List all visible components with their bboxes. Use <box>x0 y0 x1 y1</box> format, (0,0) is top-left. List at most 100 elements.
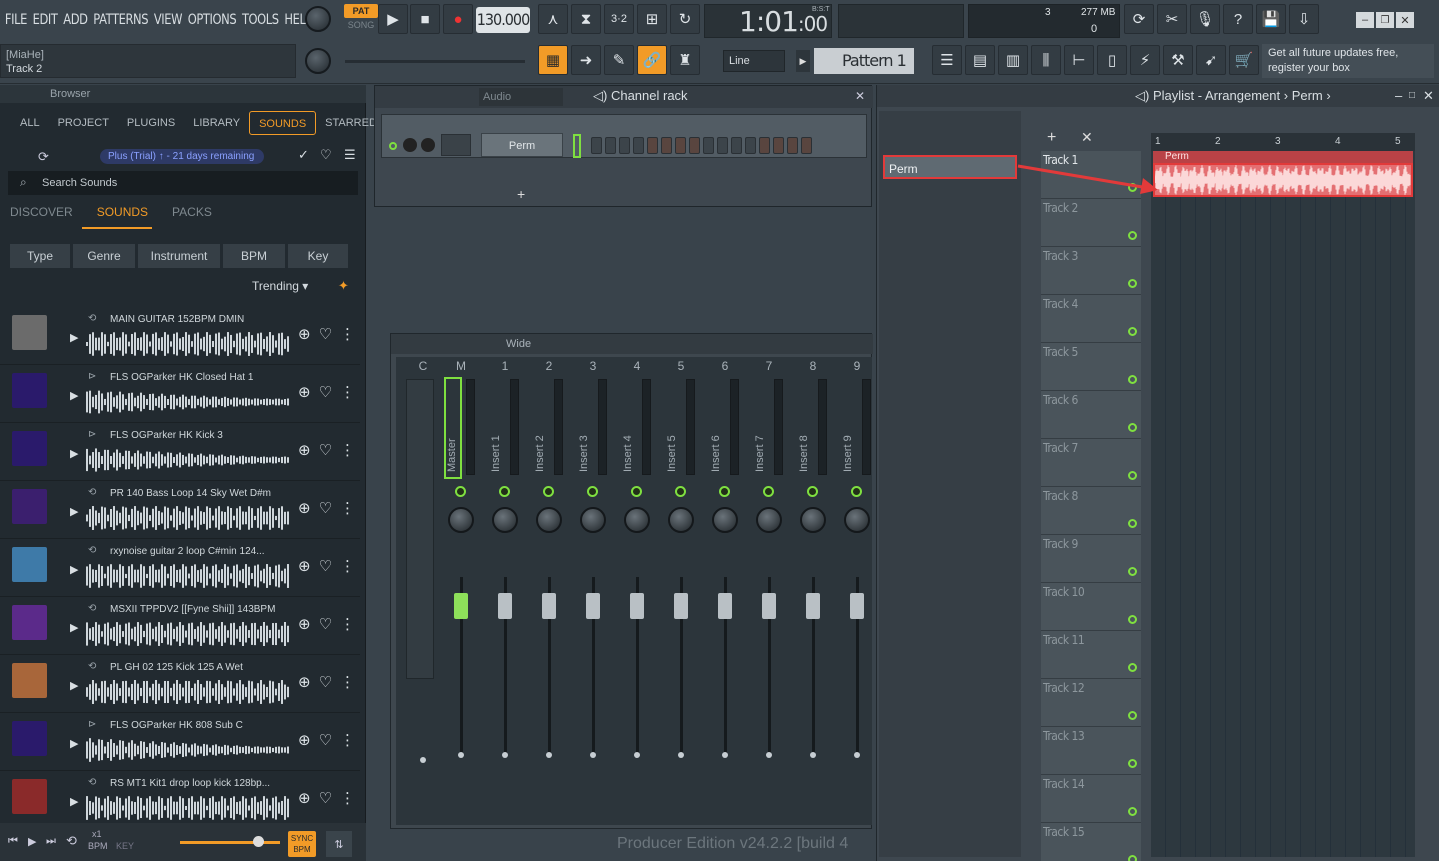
strip-pan-knob[interactable] <box>756 507 782 533</box>
track-header[interactable]: Track 12 <box>1041 679 1141 727</box>
audio-select[interactable]: Audio <box>479 88 563 106</box>
pattern-prev-button[interactable]: ▶ <box>796 50 810 72</box>
maximize-icon[interactable]: □ <box>1409 85 1415 107</box>
step-button[interactable] <box>731 137 742 154</box>
sound-waveform[interactable] <box>86 621 290 647</box>
step-button[interactable] <box>661 137 672 154</box>
track-mute-led[interactable] <box>1128 327 1137 336</box>
play-icon[interactable]: ▶ <box>28 835 36 848</box>
mixer-strip-insert-8[interactable]: 8 Insert 8 <box>792 357 834 825</box>
step-button[interactable] <box>717 137 728 154</box>
playlist-button[interactable]: ☰ <box>932 45 962 75</box>
mixer-strip-insert-2[interactable]: 2 Insert 2 <box>528 357 570 825</box>
track-header[interactable]: Track 6 <box>1041 391 1141 439</box>
track-header[interactable]: Track 2 <box>1041 199 1141 247</box>
loop-record-button[interactable]: ↻ <box>670 4 700 34</box>
strip-pan-knob[interactable] <box>800 507 826 533</box>
browser-tab-library[interactable]: LIBRARY <box>184 111 249 135</box>
step-button[interactable] <box>591 137 602 154</box>
sound-waveform[interactable] <box>86 505 290 531</box>
play-icon[interactable]: ▶ <box>70 447 78 460</box>
sound-row[interactable]: ⟲ PR 140 Bass Loop 14 Sky Wet D#m ▶ ⊕ ♡ ⋮ <box>0 481 360 539</box>
mixer-strip-insert-9[interactable]: 9 Insert 9 <box>836 357 878 825</box>
filter-type[interactable]: Type <box>10 244 70 268</box>
add-icon[interactable]: ⊕ <box>298 731 311 749</box>
sound-row[interactable]: ⊳ FLS OGParker HK Closed Hat 1 ▶ ⊕ ♡ ⋮ <box>0 365 360 423</box>
strip-volume-fader[interactable] <box>806 593 820 619</box>
more-icon[interactable]: ⋮ <box>340 383 355 401</box>
playlist-view-button[interactable]: ▦ <box>538 45 568 75</box>
strip-pan-knob[interactable] <box>624 507 650 533</box>
stop-button[interactable]: ■ <box>410 4 440 34</box>
mixer-strip-insert-3[interactable]: 3 Insert 3 <box>572 357 614 825</box>
master-pitch-knob[interactable] <box>305 48 331 74</box>
undo-history-button[interactable]: ⟳ <box>1124 4 1154 34</box>
strip-enable-led[interactable] <box>807 486 818 497</box>
save-button[interactable]: 💾 <box>1256 4 1286 34</box>
master-volume-knob[interactable] <box>305 6 331 32</box>
track-header[interactable]: Track 13 <box>1041 727 1141 775</box>
track-header[interactable]: Track 10 <box>1041 583 1141 631</box>
strip-enable-led[interactable] <box>763 486 774 497</box>
sound-row[interactable]: ⟲ MAIN GUITAR 152BPM DMIN ▶ ⊕ ♡ ⋮ <box>0 307 360 365</box>
play-icon[interactable]: ▶ <box>70 331 78 344</box>
strip-volume-fader[interactable] <box>674 593 688 619</box>
heart-icon[interactable]: ♡ <box>319 615 332 633</box>
more-icon[interactable]: ⋮ <box>340 325 355 343</box>
sound-row[interactable]: ⟲ rxynoise guitar 2 loop C#min 124... ▶ ⊕ ♡ ⋮ <box>0 539 360 597</box>
strip-enable-led[interactable] <box>587 486 598 497</box>
track-header[interactable]: Track 9 <box>1041 535 1141 583</box>
strip-enable-led[interactable] <box>719 486 730 497</box>
loop-icon[interactable]: ⟲ <box>66 833 77 849</box>
more-icon[interactable]: ⋮ <box>340 441 355 459</box>
add-icon[interactable]: ⊕ <box>298 615 311 633</box>
track-mute-led[interactable] <box>1128 615 1137 624</box>
menu-item-tools[interactable]: TOOLS <box>242 12 279 28</box>
add-icon[interactable]: ⊕ <box>298 441 311 459</box>
close-icon[interactable]: ✕ <box>855 89 865 103</box>
heart-icon[interactable]: ♡ <box>320 147 332 163</box>
mixer-strip-insert-4[interactable]: 4 Insert 4 <box>616 357 658 825</box>
heart-icon[interactable]: ♡ <box>319 731 332 749</box>
add-icon[interactable]: ⊕ <box>298 383 311 401</box>
sort-dropdown[interactable]: Trending ▾ <box>252 279 308 293</box>
strip-volume-fader[interactable] <box>630 593 644 619</box>
step-button[interactable] <box>801 137 812 154</box>
search-input[interactable]: Search Sounds <box>8 171 358 195</box>
pat-song-toggle[interactable]: PAT SONG <box>344 4 378 34</box>
track-mute-led[interactable] <box>1128 663 1137 672</box>
strip-pan-knob[interactable] <box>580 507 606 533</box>
add-icon[interactable]: ⊕ <box>298 499 311 517</box>
channel-volume-knob[interactable] <box>403 138 417 152</box>
strip-volume-fader[interactable] <box>586 593 600 619</box>
browser-tab-plugins[interactable]: PLUGINS <box>118 111 184 135</box>
browser-tab-sounds[interactable]: SOUNDS <box>249 111 317 135</box>
prev-icon[interactable]: ⏮ <box>8 835 18 848</box>
shuffle-icon[interactable]: ⇅ <box>326 831 352 857</box>
channel-mute-led[interactable] <box>389 142 397 150</box>
close-button[interactable]: ✕ <box>1396 12 1414 28</box>
strip-pan-knob[interactable] <box>668 507 694 533</box>
track-mute-led[interactable] <box>1128 711 1137 720</box>
export-button[interactable]: ➹ <box>1196 45 1226 75</box>
browser-tab-all[interactable]: ALL <box>0 111 49 135</box>
play-icon[interactable]: ▶ <box>70 621 78 634</box>
menu-item-file[interactable]: FILE <box>5 12 27 28</box>
add-icon[interactable]: ⊕ <box>298 789 311 807</box>
strip-volume-fader[interactable] <box>542 593 556 619</box>
channel-button-perm[interactable]: Perm <box>481 133 563 157</box>
subtab-packs[interactable]: PACKS <box>172 205 212 219</box>
play-icon[interactable]: ▶ <box>70 795 78 808</box>
menu-item-edit[interactable]: EDIT <box>33 12 58 28</box>
mixer-button[interactable]: ⫼ <box>1031 45 1061 75</box>
restore-button[interactable]: ❐ <box>1376 12 1394 28</box>
sound-waveform[interactable] <box>86 447 290 473</box>
close-icon[interactable]: ✕ <box>1081 129 1093 146</box>
pattern-selector[interactable]: Pattern 1 <box>814 48 914 74</box>
menu-item-add[interactable]: ADD <box>63 12 88 28</box>
cut-tools-button[interactable]: ✂ <box>1157 4 1187 34</box>
snap-select[interactable]: Line <box>723 50 785 72</box>
mixer-strip-insert-6[interactable]: 6 Insert 6 <box>704 357 746 825</box>
filter-bpm[interactable]: BPM <box>223 244 285 268</box>
track-header[interactable]: Track 11 <box>1041 631 1141 679</box>
